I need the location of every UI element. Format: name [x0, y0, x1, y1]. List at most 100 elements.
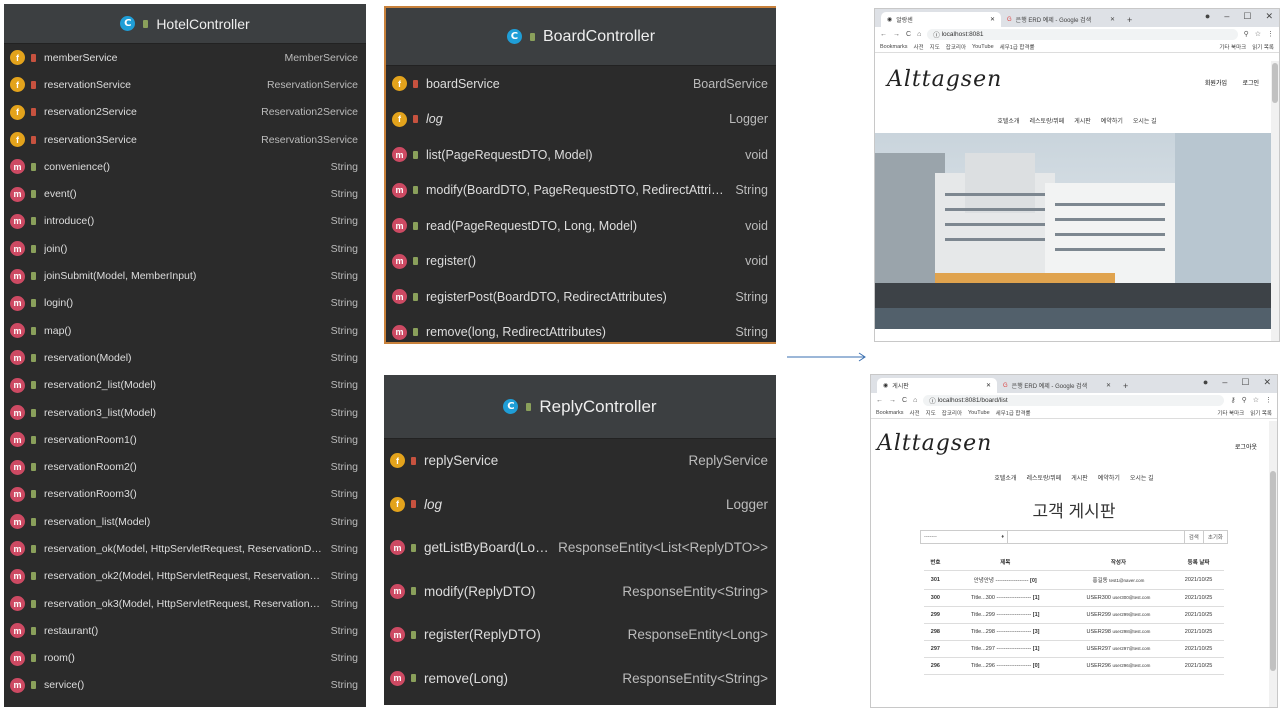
method-row[interactable]: m reservation3_list(Model) String	[4, 399, 366, 426]
method-row[interactable]: m event() String	[4, 180, 366, 207]
search-icon[interactable]: ⚲	[1242, 396, 1247, 404]
post-title-text[interactable]: Title...296 -------------------	[971, 663, 1031, 669]
bookmark-item[interactable]: Bookmarks	[880, 44, 908, 50]
method-row[interactable]: m registerPost(BoardDTO, RedirectAttribut…	[386, 279, 776, 315]
bookmark-item[interactable]: 기타 북마크	[1219, 43, 1246, 51]
search-button[interactable]: 검색	[1184, 530, 1204, 544]
minimize-icon[interactable]: –	[1222, 377, 1227, 388]
search-input[interactable]	[1008, 530, 1185, 544]
method-row[interactable]: m reservation(Model) String	[4, 344, 366, 371]
bookmark-item[interactable]: 읽기 목록	[1250, 409, 1272, 417]
star-icon[interactable]: ☆	[1255, 30, 1261, 38]
scrollbar-thumb[interactable]	[1272, 63, 1278, 103]
field-row[interactable]: f boardService BoardService	[386, 66, 776, 102]
method-row[interactable]: m reservationRoom3() String	[4, 481, 366, 508]
table-row[interactable]: 298 Title...298 ------------------- [3] US…	[924, 623, 1224, 641]
method-row[interactable]: m convenience() String	[4, 153, 366, 180]
post-title-text[interactable]: 안녕안녕 ------------------	[974, 578, 1029, 584]
method-row[interactable]: m restaurant() String	[4, 617, 366, 644]
method-row[interactable]: m login() String	[4, 290, 366, 317]
close-window-icon[interactable]: ✕	[1265, 11, 1273, 22]
post-title-text[interactable]: Title...297 -------------------	[971, 646, 1031, 652]
scrollbar-thumb[interactable]	[1270, 471, 1276, 671]
back-icon[interactable]: ←	[876, 397, 883, 404]
post-title-text[interactable]: Title...300 -------------------	[971, 595, 1031, 601]
method-row[interactable]: m modify(BoardDTO, PageRequestDTO, Redire…	[386, 173, 776, 209]
field-row[interactable]: f reservation3Service Reservation3Service	[4, 126, 366, 153]
nav-item[interactable]: 레스토랑/뷔페	[1029, 116, 1064, 125]
scrollbar[interactable]	[1271, 61, 1279, 341]
back-icon[interactable]: ←	[880, 31, 887, 38]
bookmark-item[interactable]: 잡코리아	[946, 43, 966, 51]
field-row[interactable]: f reservation2Service Reservation2Service	[4, 99, 366, 126]
close-icon[interactable]: ✕	[990, 16, 995, 23]
bookmark-item[interactable]: 잡코리아	[942, 409, 962, 417]
method-row[interactable]: m register() void	[386, 244, 776, 280]
tab-inactive[interactable]: G 은행 ERD 예제 - Google 검색 ✕	[1001, 12, 1121, 27]
star-icon[interactable]: ☆	[1253, 396, 1259, 404]
method-row[interactable]: m reservation2_list(Model) String	[4, 372, 366, 399]
bookmark-item[interactable]: 읽기 목록	[1252, 43, 1274, 51]
home-icon[interactable]: ⌂	[917, 31, 921, 38]
bookmark-item[interactable]: 지도	[926, 409, 936, 417]
field-row[interactable]: f replyService ReplyService	[384, 439, 776, 483]
field-row[interactable]: f reservationService ReservationService	[4, 71, 366, 98]
method-row[interactable]: m map() String	[4, 317, 366, 344]
bookmark-item[interactable]: Bookmarks	[876, 410, 904, 416]
table-row[interactable]: 296 Title...296 ------------------- [0] US…	[924, 657, 1224, 675]
method-row[interactable]: m reservation_ok(Model, HttpServletReques…	[4, 535, 366, 562]
method-row[interactable]: m reservationRoom2() String	[4, 453, 366, 480]
home-icon[interactable]: ⌂	[913, 397, 917, 404]
post-title-text[interactable]: Title...299 -------------------	[971, 612, 1031, 618]
search-type-select[interactable]: ------- ♦	[920, 530, 1008, 544]
table-row[interactable]: 301 안녕안녕 ------------------ [0] 홍길동 test1@…	[924, 570, 1224, 590]
method-row[interactable]: m joinSubmit(Model, MemberInput) String	[4, 262, 366, 289]
profile-icon[interactable]: ●	[1205, 11, 1210, 22]
method-row[interactable]: m remove(Long) ResponseEntity<String>	[384, 657, 776, 701]
method-row[interactable]: m reservationRoom1() String	[4, 426, 366, 453]
extensions-icon[interactable]: ⋮	[1267, 30, 1274, 38]
bookmark-item[interactable]: YouTube	[972, 44, 994, 50]
nav-item[interactable]: 호텔소개	[997, 116, 1019, 125]
method-row[interactable]: m register(ReplyDTO) ResponseEntity<Long>	[384, 613, 776, 657]
maximize-icon[interactable]: ☐	[1241, 377, 1249, 388]
nav-item[interactable]: 호텔소개	[994, 473, 1016, 482]
method-row[interactable]: m join() String	[4, 235, 366, 262]
bookmark-item[interactable]: 세무1급 합격률	[996, 409, 1031, 417]
bookmark-item[interactable]: 사전	[910, 409, 920, 417]
tab-active[interactable]: ◉ 게시판 ✕	[877, 378, 997, 393]
post-title[interactable]: Title...299 ------------------- [1]	[946, 606, 1064, 624]
close-icon[interactable]: ✕	[986, 382, 991, 389]
method-row[interactable]: m remove(long, RedirectAttributes) String	[386, 315, 776, 343]
tab-active[interactable]: ◉ 알랑센 ✕	[881, 12, 1001, 27]
forward-icon[interactable]: →	[893, 31, 900, 38]
bookmark-item[interactable]: 세무1급 합격률	[1000, 43, 1035, 51]
login-link[interactable]: 로그인	[1242, 78, 1259, 87]
new-tab-button[interactable]: +	[1121, 15, 1138, 27]
maximize-icon[interactable]: ☐	[1243, 11, 1251, 22]
post-title[interactable]: 안녕안녕 ------------------ [0]	[946, 570, 1064, 590]
tab-inactive[interactable]: G 은행 ERD 예제 - Google 검색 ✕	[997, 378, 1117, 393]
method-row[interactable]: m list(PageRequestDTO, Model) void	[386, 137, 776, 173]
site-logo[interactable]: Alttagsen	[887, 67, 1002, 92]
minimize-icon[interactable]: –	[1224, 11, 1229, 22]
nav-item[interactable]: 게시판	[1071, 473, 1088, 482]
table-row[interactable]: 300 Title...300 ------------------- [1] US…	[924, 589, 1224, 607]
table-row[interactable]: 299 Title...299 ------------------- [1] US…	[924, 606, 1224, 624]
method-row[interactable]: m service() String	[4, 672, 366, 699]
reload-icon[interactable]: C	[906, 31, 911, 38]
method-row[interactable]: m reservation_ok2(Model, HttpServletReque…	[4, 563, 366, 590]
post-title[interactable]: Title...298 ------------------- [3]	[946, 623, 1064, 641]
search-icon[interactable]: ⚲	[1244, 30, 1249, 38]
field-row[interactable]: f log Logger	[386, 102, 776, 138]
key-icon[interactable]: ⚷	[1230, 396, 1235, 404]
close-icon[interactable]: ✕	[1110, 16, 1115, 23]
method-row[interactable]: m room() String	[4, 645, 366, 672]
nav-item[interactable]: 오시는 길	[1133, 116, 1157, 125]
bookmark-item[interactable]: 기타 북마크	[1217, 409, 1244, 417]
method-row[interactable]: m reservation_list(Model) String	[4, 508, 366, 535]
nav-item[interactable]: 레스토랑/뷔페	[1026, 473, 1061, 482]
scrollbar[interactable]	[1269, 421, 1277, 707]
reset-button[interactable]: 초기화	[1203, 530, 1228, 544]
logout-link[interactable]: 로그아웃	[1235, 442, 1257, 451]
